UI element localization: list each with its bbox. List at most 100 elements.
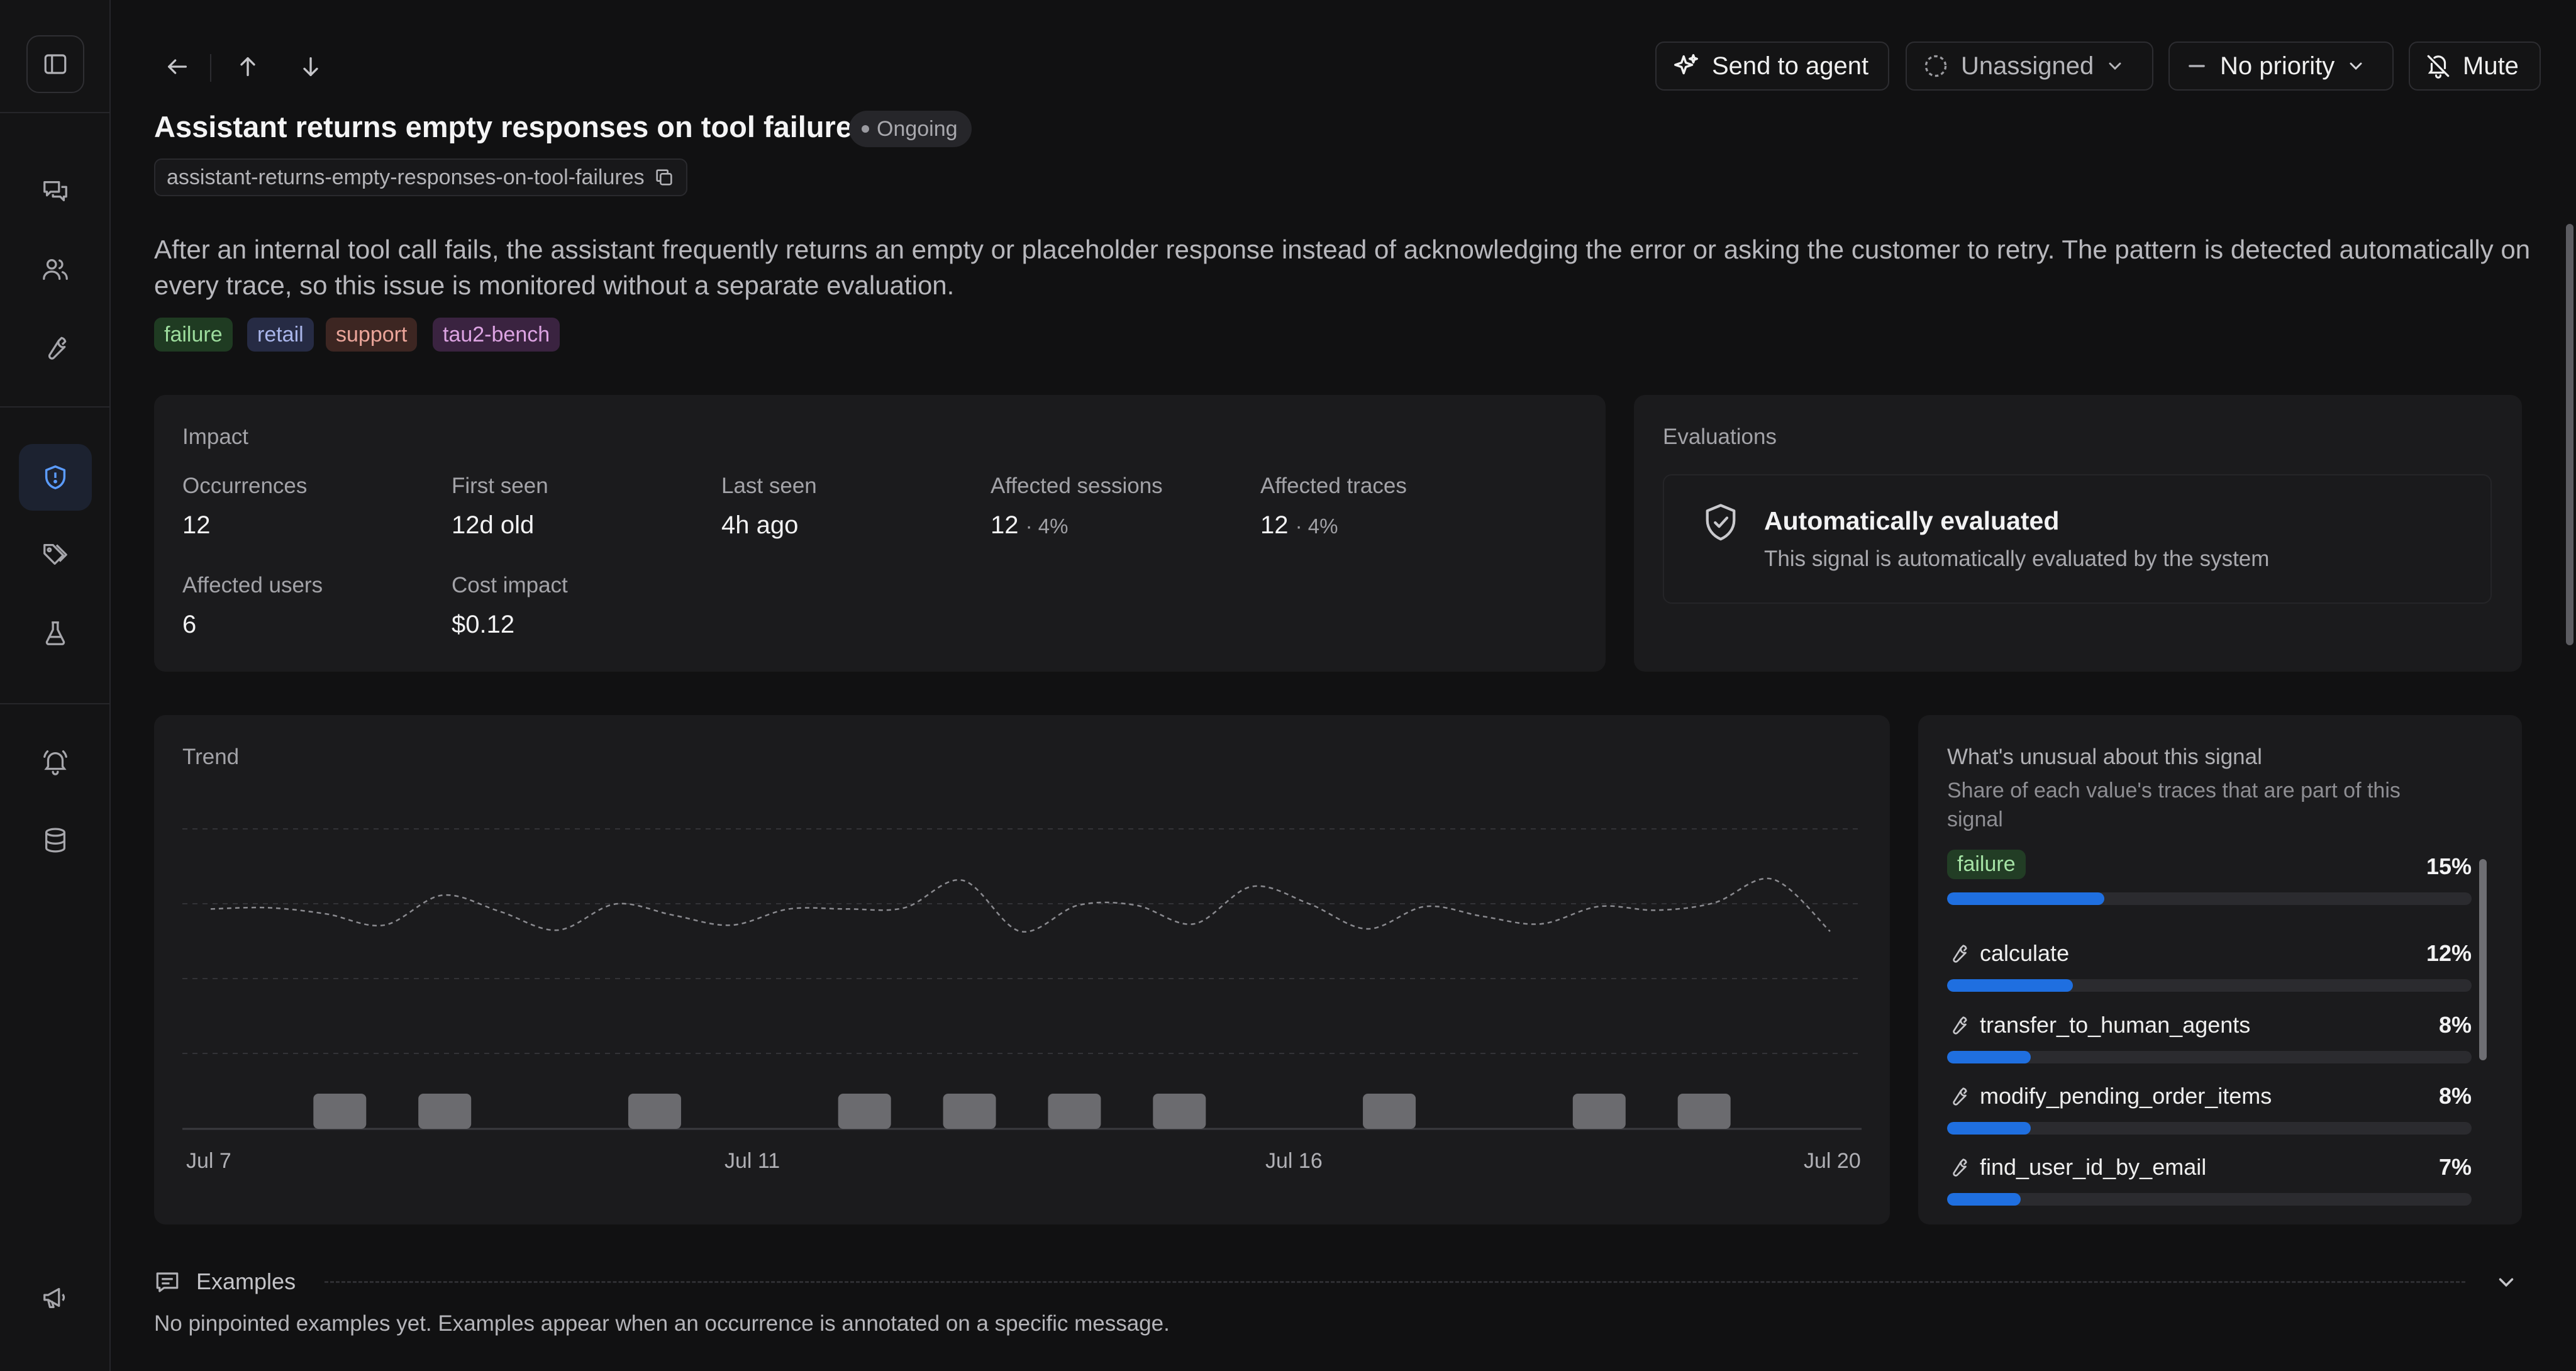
unusual-row-name: find_user_id_by_email: [1947, 1154, 2206, 1180]
unusual-row-percent: 7%: [2438, 1154, 2472, 1180]
tags-icon: [43, 544, 67, 565]
occurrences-label: Occurrences: [182, 474, 308, 498]
bell-ring-icon: [43, 750, 67, 775]
tag-failure[interactable]: failure: [154, 318, 233, 352]
unusual-row-bar-fill: [1947, 1193, 2021, 1206]
unusual-row-percent: 8%: [2438, 1083, 2472, 1109]
first-seen-label: First seen: [452, 474, 548, 498]
unusual-row[interactable]: calculate 12%: [1947, 940, 2472, 1009]
sidebar-item-experiments[interactable]: [19, 600, 92, 667]
sidebar-item-tags[interactable]: [19, 521, 92, 588]
chevron-down-icon: [2109, 62, 2121, 70]
slug-text: assistant-returns-empty-responses-on-too…: [167, 165, 645, 189]
unusual-row-bar-fill: [1947, 1122, 2031, 1135]
next-arrow-icon[interactable]: [298, 54, 323, 79]
message-square-text-icon: [156, 1272, 179, 1292]
unusual-row[interactable]: failure 15%: [1947, 850, 2472, 919]
back-arrow-icon[interactable]: [165, 54, 190, 79]
sidebar-item-announcements[interactable]: [19, 1264, 92, 1331]
sessions-percent: · 4%: [1025, 514, 1069, 538]
trend-bar: [1048, 1094, 1101, 1129]
unusual-tag-chip: failure: [1947, 850, 2026, 879]
unusual-tool-name: calculate: [1980, 940, 2070, 966]
sessions-count: 12: [991, 511, 1019, 539]
sidebar-divider: [0, 406, 111, 408]
unusual-row-percent: 12%: [2426, 940, 2472, 966]
database-icon: [45, 828, 66, 853]
affected-sessions-label: Affected sessions: [991, 474, 1163, 498]
last-seen-label: Last seen: [721, 474, 817, 498]
sidebar-item-alerts[interactable]: [19, 728, 92, 795]
chevron-down-icon: [2350, 62, 2362, 70]
last-seen-value: 4h ago: [721, 511, 799, 539]
auto-eval-box: [1663, 474, 2492, 604]
examples-empty-text: No pinpointed examples yet. Examples app…: [154, 1311, 1170, 1336]
unusual-row-bar: [1947, 892, 2472, 905]
issue-slug[interactable]: assistant-returns-empty-responses-on-too…: [154, 158, 687, 196]
trend-bar: [313, 1094, 367, 1129]
chevron-down-icon[interactable]: [2494, 1270, 2518, 1294]
x-tick-label: Jul 16: [1265, 1149, 1323, 1173]
unusual-tool-name: transfer_to_human_agents: [1980, 1012, 2251, 1038]
cost-impact-label: Cost impact: [452, 573, 568, 597]
trend-chart: Jul 7 Jul 11 Jul 16 Jul 20: [182, 828, 1862, 1173]
tag-support[interactable]: support: [326, 318, 418, 352]
sidebar-toggle-icon: [44, 54, 67, 74]
assignee-select[interactable]: Unassigned: [1906, 42, 2153, 91]
copy-icon[interactable]: [653, 167, 675, 188]
mute-button[interactable]: Mute: [2409, 42, 2541, 91]
impact-card: [154, 395, 1606, 672]
sidebar-item-tools[interactable]: [19, 314, 92, 381]
priority-select[interactable]: No priority: [2168, 42, 2394, 91]
unusual-row[interactable]: find_user_id_by_email 7%: [1947, 1154, 2472, 1223]
auto-eval-title: Automatically evaluated: [1764, 506, 2060, 535]
wrench-icon: [48, 336, 67, 360]
send-to-agent-button[interactable]: Send to agent: [1655, 42, 1889, 91]
impact-heading: Impact: [182, 425, 249, 449]
shield-check-icon: [1706, 504, 1736, 541]
nav-divider: [210, 54, 211, 82]
trend-bar: [418, 1094, 472, 1129]
unusual-row-bar-fill: [1947, 892, 2104, 905]
status-label: Ongoing: [877, 116, 958, 141]
unusual-row[interactable]: modify_pending_order_items 8%: [1947, 1083, 2472, 1152]
sidebar-divider: [0, 703, 111, 704]
evaluations-heading: Evaluations: [1663, 425, 1777, 449]
unusual-scrollbar[interactable]: [2479, 859, 2487, 1060]
trend-bar: [628, 1094, 681, 1129]
sidebar-item-users[interactable]: [19, 236, 92, 303]
trend-heading: Trend: [182, 745, 240, 769]
tag-tau2-bench[interactable]: tau2-bench: [433, 318, 560, 352]
toggle-sidebar-button[interactable]: [26, 35, 84, 93]
unusual-row-name: failure: [1947, 850, 2026, 879]
users-icon: [43, 258, 68, 280]
previous-arrow-icon[interactable]: [235, 54, 260, 79]
trend-bar: [1572, 1094, 1626, 1129]
trend-bar: [943, 1094, 996, 1129]
sidebar-item-conversations[interactable]: [19, 157, 92, 224]
bell-off-icon: [2427, 55, 2450, 79]
tag-retail[interactable]: retail: [247, 318, 314, 352]
priority-label: No priority: [2220, 52, 2335, 80]
affected-users-label: Affected users: [182, 573, 323, 597]
wrench-icon: [1953, 945, 1967, 963]
unusual-row-name: calculate: [1947, 940, 2069, 967]
unusual-subheading: Share of each value's traces that are pa…: [1947, 779, 2401, 831]
cost-impact-value: $0.12: [452, 611, 515, 638]
unusual-heading: What's unusual about this signal: [1947, 745, 2262, 769]
shield-alert-icon: [45, 465, 66, 489]
examples-heading: Examples: [196, 1268, 296, 1294]
wrench-icon: [1953, 1087, 1967, 1106]
sparkles-icon: [1674, 54, 1698, 75]
unusual-row-percent: 8%: [2438, 1012, 2472, 1038]
page-scrollbar[interactable]: [2566, 224, 2573, 645]
flask-icon: [45, 621, 65, 645]
trend-line: [210, 877, 1831, 933]
unusual-row-bar: [1947, 1051, 2472, 1063]
sidebar-item-datasets[interactable]: [19, 807, 92, 874]
sidebar-item-signals[interactable]: [19, 444, 92, 511]
examples-divider: [325, 1281, 2465, 1283]
unusual-row[interactable]: transfer_to_human_agents 8%: [1947, 1012, 2472, 1081]
wrench-icon: [1953, 1016, 1967, 1035]
trend-bar: [838, 1094, 891, 1129]
